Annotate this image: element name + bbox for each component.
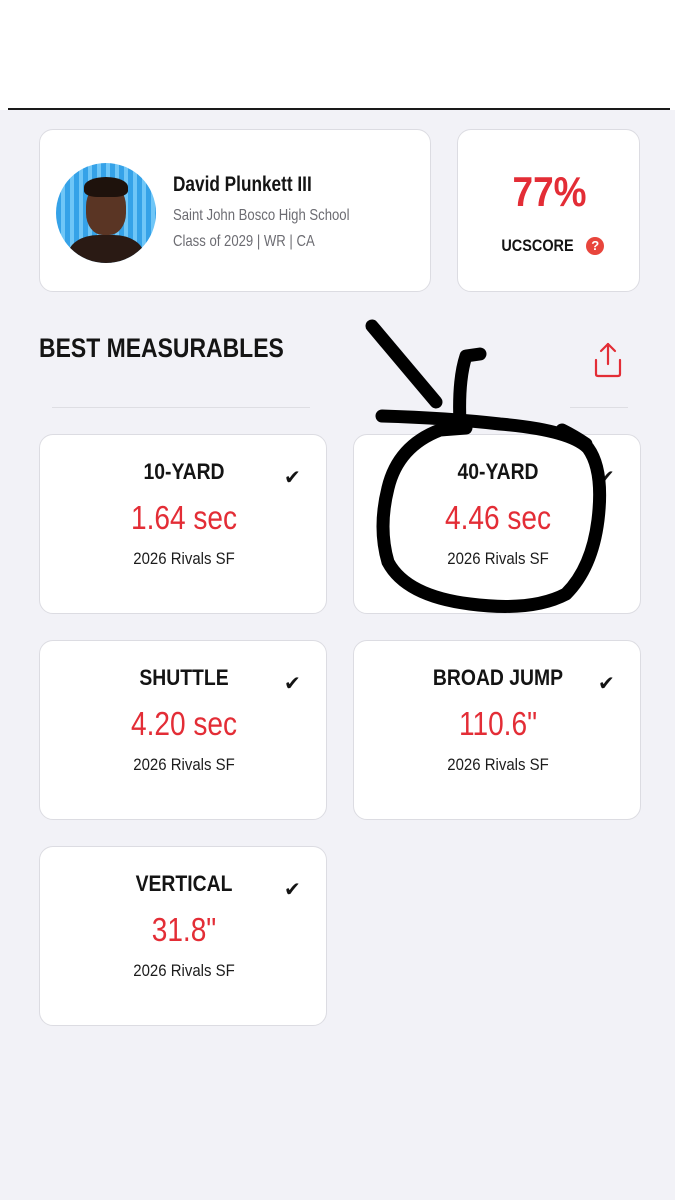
measurable-event: 2026 Rivals SF — [447, 549, 549, 568]
measurable-name: 40-YARD — [457, 459, 539, 484]
header-divider — [8, 108, 670, 110]
verified-check-icon: ✔ — [598, 465, 615, 489]
measurable-card-broad-jump[interactable]: BROAD JUMP ✔ 110.6" 2026 Rivals SF — [353, 640, 641, 820]
annotation-arrow-shaft — [365, 319, 443, 409]
section-title: BEST MEASURABLES — [39, 333, 284, 363]
help-icon[interactable]: ? — [586, 237, 605, 255]
measurable-event: 2026 Rivals SF — [133, 755, 235, 774]
measurable-value: 4.46 sec — [444, 499, 552, 536]
measurable-event: 2026 Rivals SF — [133, 961, 235, 980]
measurable-value: 31.8" — [151, 911, 217, 948]
measurable-card-vertical[interactable]: VERTICAL ✔ 31.8" 2026 Rivals SF — [39, 846, 327, 1026]
measurable-name: VERTICAL — [135, 871, 233, 896]
avatar — [56, 163, 156, 263]
measurable-value: 1.64 sec — [130, 499, 238, 536]
measurable-name: SHUTTLE — [139, 665, 229, 690]
annotation-arrow-head — [453, 347, 487, 431]
measurable-event: 2026 Rivals SF — [133, 549, 235, 568]
player-profile-card[interactable]: David Plunkett III Saint John Bosco High… — [39, 129, 431, 292]
verified-check-icon: ✔ — [284, 465, 301, 489]
measurable-card-10-yard[interactable]: 10-YARD ✔ 1.64 sec 2026 Rivals SF — [39, 434, 327, 614]
section-divider-left — [52, 407, 310, 408]
ucscore-label: UCSCORE — [501, 236, 574, 255]
player-class-position-state: Class of 2029 | WR | CA — [173, 233, 315, 250]
measurable-value: 4.20 sec — [130, 705, 238, 742]
verified-check-icon: ✔ — [284, 671, 301, 695]
player-name: David Plunkett III — [173, 173, 312, 196]
ucscore-card: 77% UCSCORE ? — [457, 129, 640, 292]
measurable-value: 110.6" — [458, 705, 538, 742]
section-divider-right — [570, 407, 628, 408]
share-icon[interactable] — [590, 340, 626, 380]
measurable-name: BROAD JUMP — [432, 665, 564, 690]
verified-check-icon: ✔ — [598, 671, 615, 695]
verified-check-icon: ✔ — [284, 877, 301, 901]
top-blank-area — [0, 0, 675, 110]
ucscore-label-row: UCSCORE ? — [458, 236, 641, 256]
measurable-event: 2026 Rivals SF — [447, 755, 549, 774]
measurable-card-shuttle[interactable]: SHUTTLE ✔ 4.20 sec 2026 Rivals SF — [39, 640, 327, 820]
measurable-card-40-yard[interactable]: 40-YARD ✔ 4.46 sec 2026 Rivals SF — [353, 434, 641, 614]
player-school: Saint John Bosco High School — [173, 207, 350, 224]
ucscore-value: 77% — [512, 168, 587, 215]
measurable-name: 10-YARD — [143, 459, 225, 484]
